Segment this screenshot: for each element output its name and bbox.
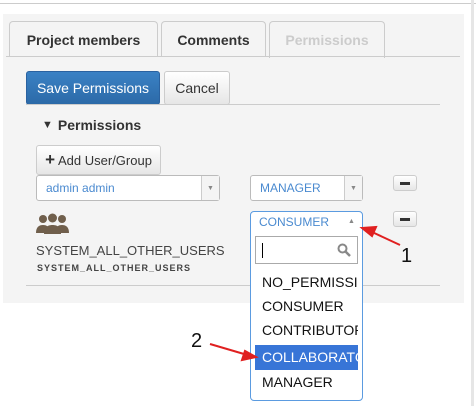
top-divider xyxy=(0,3,476,4)
group-name: SYSTEM_ALL_OTHER_USERS xyxy=(36,243,225,258)
role-select-admin[interactable]: MANAGER ▼ xyxy=(250,175,363,201)
role-dropdown-open[interactable]: CONSUMER ▲ NO_PERMISSION CONSUMER CONTRI… xyxy=(250,211,363,401)
remove-row-button[interactable] xyxy=(393,211,417,227)
option-manager[interactable]: MANAGER xyxy=(255,370,358,395)
annotation-1: 1 xyxy=(401,245,413,267)
collapse-toggle-icon: ▼ xyxy=(42,119,53,131)
dropdown-search-input[interactable] xyxy=(255,236,358,264)
role-select-consumer[interactable]: CONSUMER xyxy=(259,215,329,229)
section-title: Permissions xyxy=(57,117,142,133)
remove-row-button[interactable] xyxy=(393,175,417,191)
user-select[interactable]: admin admin ▼ xyxy=(36,175,220,201)
tab-project-members[interactable]: Project members xyxy=(9,21,158,57)
save-permissions-button[interactable]: Save Permissions xyxy=(26,71,160,105)
permissions-section-header[interactable]: ▼ Permissions xyxy=(42,117,141,134)
divider xyxy=(26,104,440,105)
minus-icon xyxy=(400,181,410,185)
minus-icon xyxy=(400,217,410,221)
option-consumer[interactable]: CONSUMER xyxy=(255,294,358,319)
chevron-down-icon: ▼ xyxy=(344,176,362,200)
option-no-permission[interactable]: NO_PERMISSION xyxy=(255,270,358,295)
search-icon xyxy=(337,243,351,257)
tab-permissions[interactable]: Permissions xyxy=(269,21,385,58)
add-user-group-button[interactable]: + Add User/Group xyxy=(36,145,161,175)
group-id: SYSTEM_ALL_OTHER_USERS xyxy=(37,263,192,273)
option-contributor[interactable]: CONTRIBUTOR xyxy=(255,318,358,343)
annotation-2: 2 xyxy=(191,330,203,352)
scrollbar[interactable] xyxy=(471,0,474,406)
cancel-button[interactable]: Cancel xyxy=(164,71,230,105)
tab-comments[interactable]: Comments xyxy=(161,21,266,57)
chevron-down-icon: ▼ xyxy=(201,176,219,200)
plus-icon: + xyxy=(45,150,55,169)
chevron-up-icon[interactable]: ▲ xyxy=(348,218,355,225)
divider xyxy=(26,285,440,286)
users-icon xyxy=(36,213,69,234)
option-collaborator[interactable]: COLLABORATOR xyxy=(255,345,358,370)
tab-divider xyxy=(6,56,460,57)
